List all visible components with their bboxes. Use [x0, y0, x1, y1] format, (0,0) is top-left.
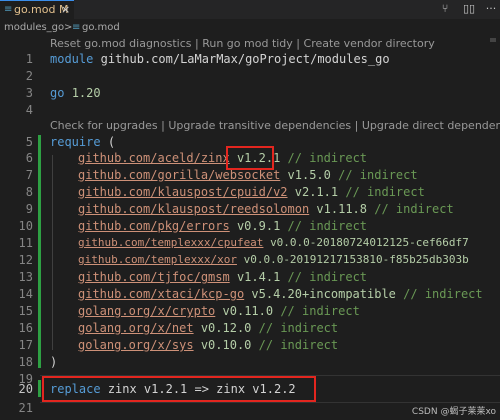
line-number: 10 [18, 219, 33, 233]
require-line[interactable]: github.com/templexxx/cpufeat v0.0.0-2018… [78, 236, 469, 249]
create-vendor-lens[interactable]: Create vendor directory [304, 37, 435, 50]
breadcrumb: modules_go > ≡ go.mod [0, 19, 500, 36]
code-line[interactable]: require ( [50, 135, 115, 149]
line-number: 14 [18, 287, 33, 301]
require-line[interactable]: golang.org/x/net v0.12.0 // indirect [78, 321, 338, 335]
line-number: 12 [18, 253, 33, 267]
code-lens-top: Reset go.mod diagnostics | Run go mod ti… [50, 37, 435, 50]
run-go-mod-tidy-lens[interactable]: Run go mod tidy [202, 37, 293, 50]
line-number: 13 [18, 270, 33, 284]
line-number: 9 [25, 202, 33, 216]
line-number: 16 [18, 321, 33, 335]
tab-bar: ≡ go.mod M × ⑂ ▯▯ ··· [0, 0, 500, 19]
line-number: 4 [25, 103, 33, 117]
indent-guide [52, 155, 53, 350]
line-number: 7 [25, 168, 33, 182]
code-line[interactable]: ) [50, 355, 57, 369]
reset-diagnostics-lens[interactable]: Reset go.mod diagnostics [50, 37, 192, 50]
line-number: 2 [25, 69, 33, 83]
require-line[interactable]: golang.org/x/crypto v0.11.0 // indirect [78, 304, 360, 318]
version-highlight-box [226, 146, 274, 170]
modified-lines-indicator [38, 135, 41, 368]
line-number: 1 [25, 52, 33, 66]
require-line[interactable]: github.com/klauspost/reedsolomon v1.11.8… [78, 202, 454, 216]
require-line[interactable]: golang.org/x/sys v0.10.0 // indirect [78, 338, 338, 352]
line-number: 6 [25, 151, 33, 165]
watermark: CSDN @蝎子莱莱xo [411, 407, 496, 417]
close-icon[interactable]: × [61, 3, 70, 16]
upgrade-direct-lens[interactable]: Upgrade direct dependencies [362, 119, 500, 132]
split-editor-icon[interactable]: ▯▯ [462, 2, 476, 16]
breadcrumb-file[interactable]: go.mod [82, 22, 120, 33]
check-upgrades-lens[interactable]: Check for upgrades [50, 119, 158, 132]
line-number: 3 [25, 86, 33, 100]
require-line[interactable]: github.com/pkg/errors v0.9.1 // indirect [78, 219, 367, 233]
replace-highlight-box [42, 376, 316, 402]
require-line[interactable]: github.com/klauspost/cpuid/v2 v2.1.1 // … [78, 185, 425, 199]
line-number: 20 [18, 382, 33, 396]
more-icon[interactable]: ··· [484, 2, 498, 16]
require-line[interactable]: github.com/aceld/zinx v1.2.1 // indirect [78, 151, 367, 165]
code-lens-deps: Check for upgrades | Upgrade transitive … [50, 119, 500, 132]
require-line[interactable]: github.com/templexxx/xor v0.0.0-20191217… [78, 253, 469, 266]
line-number: 18 [18, 355, 33, 369]
line-number: 11 [18, 236, 33, 250]
line-number: 17 [18, 338, 33, 352]
require-line[interactable]: github.com/xtaci/kcp-go v5.4.20+incompat… [78, 287, 483, 301]
require-line[interactable]: github.com/tjfoc/gmsm v1.4.1 // indirect [78, 270, 367, 284]
line-number: 21 [18, 401, 33, 415]
scrollbar-thumb[interactable] [490, 38, 496, 42]
code-line[interactable]: go 1.20 [50, 86, 101, 100]
upgrade-transitive-lens[interactable]: Upgrade transitive dependencies [168, 119, 351, 132]
source-control-icon[interactable]: ⑂ [438, 2, 452, 16]
code-line[interactable]: module github.com/LaMarMax/goProject/mod… [50, 52, 390, 66]
go-file-icon: ≡ [72, 22, 81, 33]
go-file-icon: ≡ [4, 4, 13, 15]
require-line[interactable]: github.com/gorilla/websocket v1.5.0 // i… [78, 168, 418, 182]
line-number: 5 [25, 135, 33, 149]
breadcrumb-folder[interactable]: modules_go [4, 22, 64, 33]
line-number: 15 [18, 304, 33, 318]
line-number: 8 [25, 185, 33, 199]
tab-go-mod[interactable]: ≡ go.mod M × [0, 0, 74, 19]
